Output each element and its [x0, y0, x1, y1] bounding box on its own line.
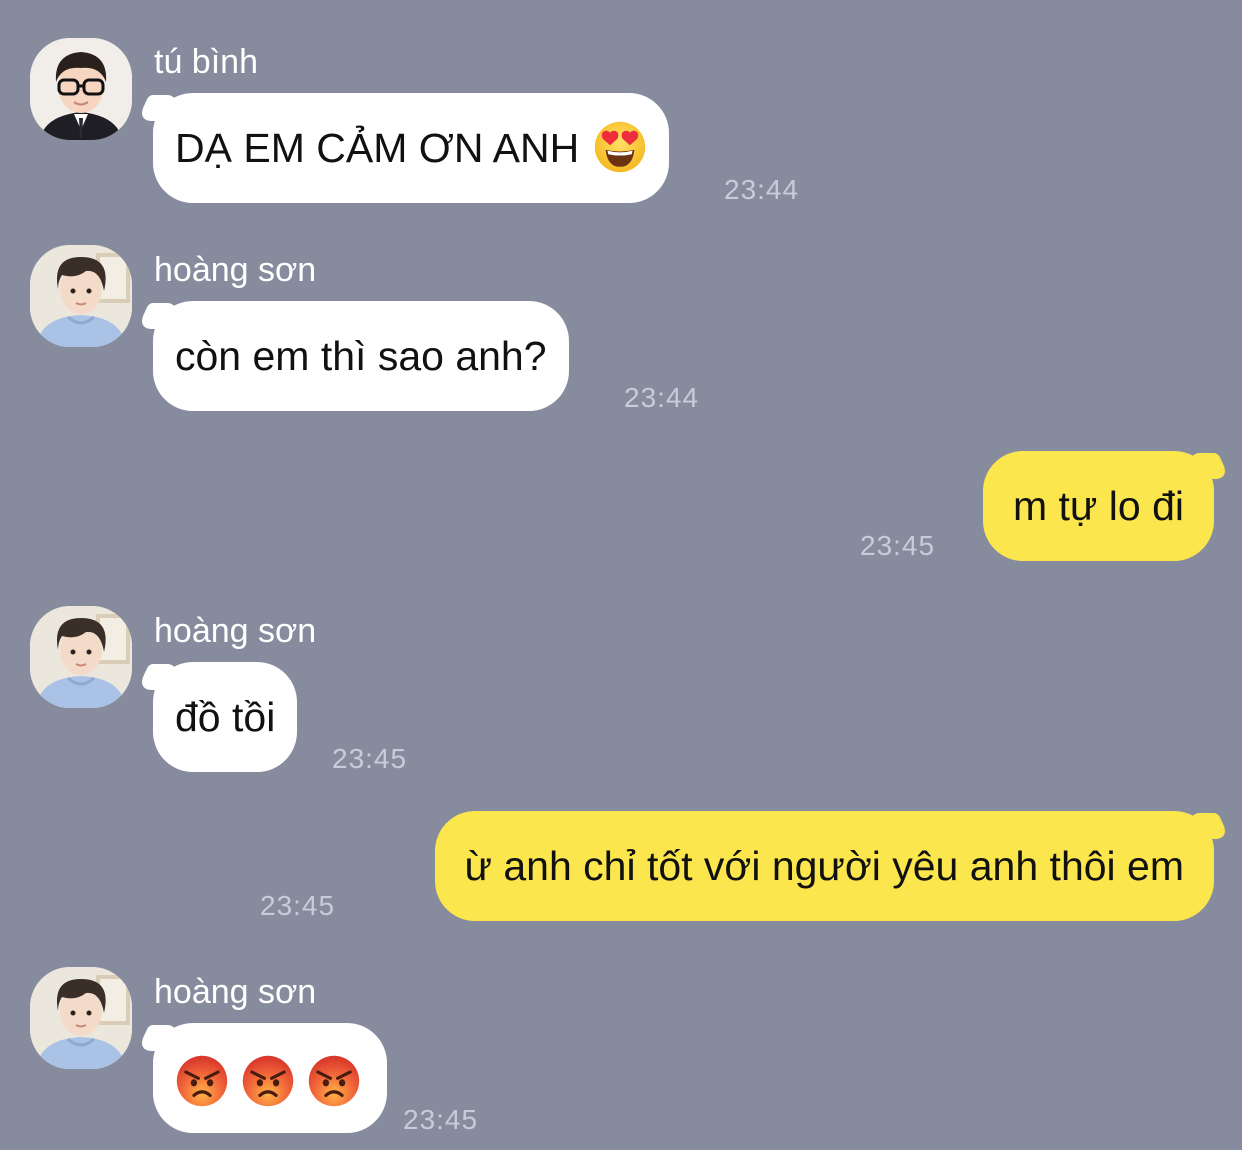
message-text: m tự lo đi [1013, 483, 1184, 529]
sender-name: hoàng sơn [154, 251, 317, 289]
message-bubble[interactable]: DẠ EM CẢM ƠN ANH [153, 93, 670, 203]
angry-face-emoji-icon [307, 1054, 361, 1108]
message-text: còn em thì sao anh? [175, 333, 547, 379]
message-text: đồ tồi [175, 694, 276, 740]
message-bubble[interactable] [153, 1023, 387, 1133]
message-timestamp: 23:45 [403, 1104, 479, 1135]
message-bubble[interactable]: còn em thì sao anh? [153, 301, 569, 411]
avatar-tu-binh[interactable] [30, 38, 132, 140]
message-bubble-outgoing[interactable]: m tự lo đi [983, 451, 1214, 561]
message-timestamp: 23:45 [260, 890, 336, 921]
sender-name: tú bình [154, 43, 258, 81]
sender-name: hoàng sơn [154, 612, 317, 650]
avatar-image [30, 967, 132, 1069]
message-text: DẠ EM CẢM ƠN ANH [175, 125, 580, 171]
message-timestamp: 23:44 [724, 174, 800, 205]
avatar-image [30, 38, 132, 140]
message-timestamp: 23:44 [624, 382, 700, 413]
avatar-image [30, 606, 132, 708]
angry-face-emoji-icon [241, 1054, 295, 1108]
message-bubble-outgoing[interactable]: ừ anh chỉ tốt với người yêu anh thôi em [434, 811, 1214, 921]
avatar-hoang-son[interactable] [30, 606, 132, 708]
message-bubble[interactable]: đồ tồi [153, 662, 298, 772]
message-timestamp: 23:45 [332, 743, 408, 774]
message-timestamp: 23:45 [860, 530, 936, 561]
sender-name: hoàng sơn [154, 973, 317, 1011]
message-text: ừ anh chỉ tốt với người yêu anh thôi em [464, 843, 1184, 889]
heart-eyes-emoji-icon [593, 120, 647, 174]
angry-face-emoji-icon [175, 1054, 229, 1108]
avatar-image [30, 245, 132, 347]
avatar-hoang-son[interactable] [30, 967, 132, 1069]
avatar-hoang-son[interactable] [30, 245, 132, 347]
